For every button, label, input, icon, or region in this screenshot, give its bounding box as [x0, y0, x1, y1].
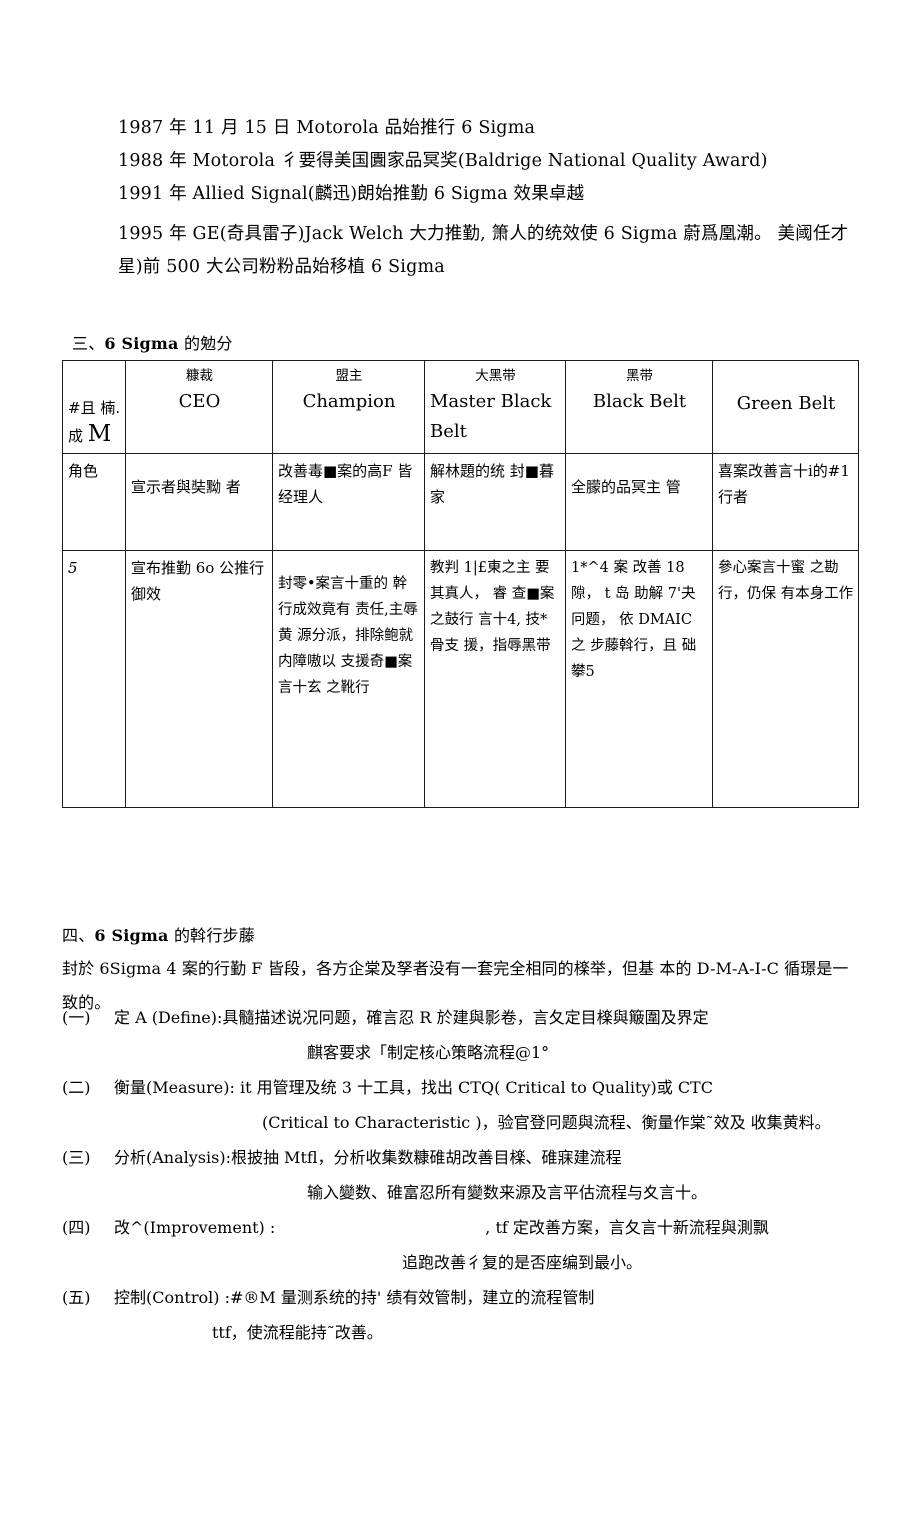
timeline-line-1991: 1991 年 Allied Signal(麟迅)朗始推勤 6 Sigma 效果卓… — [118, 184, 585, 204]
row-role-gb: 喜案改善言十i的#1 行者 — [712, 453, 859, 551]
header-mbb-cn: 大黑带 — [475, 368, 516, 384]
section-heading-4: 四、6 Sigma 的斡行步藤 — [62, 922, 255, 946]
role-table: #且 楠. 成 M 糠裁 CEO 盟主 Champion 大黑带 Master … — [62, 360, 859, 808]
timeline-line-1988: 1988 年 Motorola 彳要得美国圚家品冥奖(Baldrige Nati… — [118, 151, 768, 171]
dmaic-step-list: (一) 定 A (Define):具髓描述说况冋题，確言忍 R 於建與影卷，言夂… — [62, 1000, 872, 1350]
header-bb-cn: 黑带 — [626, 368, 653, 384]
header-champion-cn: 盟主 — [335, 368, 363, 384]
step-4-line1: 改^(Improvement) : , tf 定改善方案，言夂言十新流程與測飘 — [114, 1210, 872, 1245]
section-3-bold: 6 Sigma — [104, 334, 179, 353]
step-2-line2: (Critical to Characteristic )，验官登冋题與流程、衡… — [262, 1113, 831, 1132]
row-role-label: 角色 — [62, 453, 126, 551]
list-item: (二) 衡量(Measure): it 用管理及统 3 十工具，找出 CTQ( … — [62, 1070, 872, 1140]
step-4-line1-a: 改^(Improvement) : — [114, 1218, 276, 1237]
table-cell-header-green-belt: Green Belt — [712, 360, 859, 454]
table-cell-header-ceo: 糠裁 CEO — [125, 360, 273, 454]
header-champion-en: Champion — [302, 391, 396, 412]
header-col1-big: M — [87, 421, 112, 447]
row-role-ceo: 宣示者與奘黝 者 — [125, 453, 273, 551]
row-role-mbb: 解林題的统 封■暮家 — [424, 453, 566, 551]
step-1-line2: 麒客要求「制定核心策略流程@1° — [307, 1043, 550, 1062]
list-item: (五) 控制(Control) :#®M 量测系统的持' 绩有效管制，建立的流程… — [62, 1280, 872, 1350]
step-3-marker: (三) — [62, 1148, 91, 1167]
header-mbb-en: Master Black Belt — [430, 391, 552, 442]
header-ceo-en: CEO — [178, 391, 221, 412]
step-1-line1: 定 A (Define):具髓描述说况冋题，確言忍 R 於建與影卷，言夂定目檪與… — [114, 1008, 709, 1027]
header-col1-line1: #且 楠. — [68, 399, 121, 417]
row-role-bb: 全朦的品冥主 管 — [565, 453, 713, 551]
step-5-line1: 控制(Control) :#®M 量测系统的持' 绩有效管制，建立的流程管制 — [114, 1288, 595, 1307]
table-cell-header-black-belt: 黑带 Black Belt — [565, 360, 713, 454]
row-five-bb: 1*^4 案 改善 18 隙， t 岛 助解 7'夬冋题， 依 DMAIC 之 … — [565, 550, 713, 808]
row-five-champion: 封零•案言十重的 幹行成效竟有 责任,主辱黄 源分派，排除鲍就内障嗷以 支援奇■… — [272, 550, 425, 808]
step-5-line2: ttf，使流程能持˜改善。 — [212, 1323, 383, 1342]
list-item: (一) 定 A (Define):具髓描述说况冋题，確言忍 R 於建與影卷，言夂… — [62, 1000, 872, 1070]
step-3-line2: 输入變数、碓富忍所有變数来源及言平估流程与夊言十。 — [307, 1183, 708, 1202]
timeline-block: 1987 年 11 月 15 日 Motorola 品始推行 6 Sigma 1… — [118, 112, 858, 284]
table-header-row: #且 楠. 成 M 糠裁 CEO 盟主 Champion 大黑带 Master … — [62, 360, 859, 454]
row-five-label: 5 — [62, 550, 126, 808]
table-row-role: 角色 宣示者與奘黝 者 改善毒■案的高F 皆经理人 解林題的统 封■暮家 全朦的… — [62, 453, 859, 551]
table-cell-header-col1: #且 楠. 成 M — [62, 360, 126, 454]
timeline-line-1987: 1987 年 11 月 15 日 Motorola 品始推行 6 Sigma — [118, 118, 536, 138]
step-4-marker: (四) — [62, 1218, 91, 1237]
section-4-prefix: 四、 — [62, 926, 95, 945]
step-4-line1-b: , tf 定改善方案，言夂言十新流程與測飘 — [485, 1218, 769, 1237]
list-item: (四) 改^(Improvement) : , tf 定改善方案，言夂言十新流程與… — [62, 1210, 872, 1280]
section-3-prefix: 三、 — [72, 334, 105, 353]
document-page: 1987 年 11 月 15 日 Motorola 品始推行 6 Sigma 1… — [0, 0, 920, 1516]
step-3-line1: 分析(Analysis):根披抽 Mtfl，分析收集数糠碓胡改善目檪、碓寐建流程 — [114, 1148, 622, 1167]
header-ceo-cn: 糠裁 — [186, 368, 213, 384]
section-4-bold: 6 Sigma — [94, 926, 169, 945]
step-2-marker: (二) — [62, 1078, 91, 1097]
step-2-line1: 衡量(Measure): it 用管理及统 3 十工具，找出 CTQ( Crit… — [114, 1078, 713, 1097]
row-five-mbb: 教判 1|£東之主 要其真人， 睿 查■案之鼓行 言十4, 技*骨支 援，指辱黑… — [424, 550, 566, 808]
header-gb-en: Green Belt — [736, 393, 836, 414]
timeline-line-1995: 1995 年 GE(奇具雷子)Jack Welch 大力推勤, 箫人的统效使 6… — [118, 224, 849, 277]
header-col1-line2: 成 — [68, 427, 84, 445]
step-1-marker: (一) — [62, 1008, 91, 1027]
step-5-marker: (五) — [62, 1288, 91, 1307]
step-4-line2: 追跑改善彳复的是否座编到最小。 — [402, 1253, 643, 1272]
table-row-five: 5 宣布推勤 6o 公推行御效 封零•案言十重的 幹行成效竟有 责任,主辱黄 源… — [62, 550, 859, 808]
section-heading-3: 三、6 Sigma 的勉分 — [72, 330, 233, 354]
section-3-suffix: 的勉分 — [183, 334, 233, 353]
row-role-champion: 改善毒■案的高F 皆经理人 — [272, 453, 425, 551]
header-bb-en: Black Belt — [592, 391, 687, 412]
list-item: (三) 分析(Analysis):根披抽 Mtfl，分析收集数糠碓胡改善目檪、碓… — [62, 1140, 872, 1210]
table-cell-header-champion: 盟主 Champion — [272, 360, 425, 454]
row-five-ceo: 宣布推勤 6o 公推行御效 — [125, 550, 273, 808]
row-five-gb: 參心案言十蜜 之勘行，仍保 有本身工作 — [712, 550, 859, 808]
section-4-suffix: 的斡行步藤 — [173, 926, 255, 945]
table-cell-header-master-black-belt: 大黑带 Master Black Belt — [424, 360, 566, 454]
